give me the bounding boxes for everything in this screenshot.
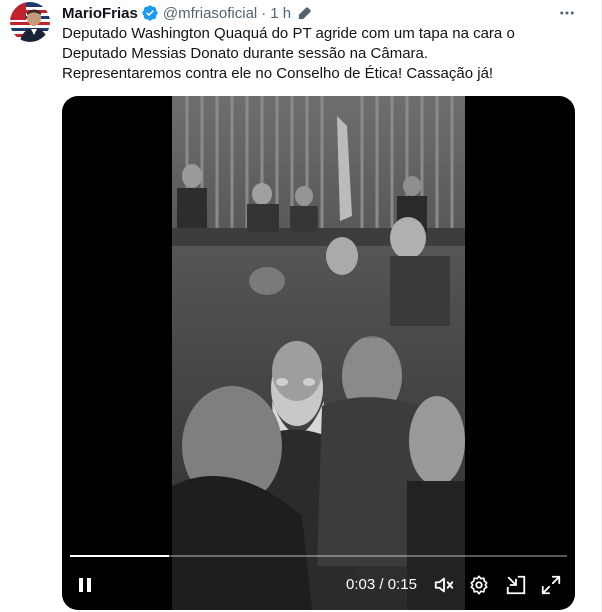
more-dots-icon[interactable] — [556, 2, 578, 24]
verified-badge-icon[interactable] — [141, 4, 159, 22]
tweet[interactable]: MarioFrias @mfriasoficial · 1 h Deputado… — [0, 0, 602, 612]
tweet-header: MarioFrias @mfriasoficial · 1 h — [62, 3, 312, 23]
gear-icon[interactable] — [468, 574, 490, 596]
avatar[interactable] — [10, 2, 50, 42]
tweet-text-line: Deputado Messias Donato durante sessão n… — [62, 45, 429, 62]
progress-bar-fill — [70, 555, 170, 557]
progress-bar[interactable] — [70, 555, 567, 557]
video-time: 0:03 / 0:15 — [346, 576, 417, 593]
tweet-text-line: Deputado Washington Quaquá do PT agride … — [62, 25, 515, 42]
time-separator: / — [375, 576, 388, 593]
separator-dot: · — [261, 4, 267, 22]
author-handle[interactable]: @mfriasoficial — [163, 5, 257, 22]
tweet-text-line: Representaremos contra ele no Conselho d… — [62, 65, 494, 82]
video-player[interactable]: 0:03 / 0:15 — [62, 96, 575, 610]
current-time: 0:03 — [346, 576, 376, 593]
pause-icon[interactable] — [74, 574, 96, 596]
post-time[interactable]: 1 h — [270, 5, 291, 22]
video-frame[interactable] — [172, 96, 465, 610]
edited-pencil-icon[interactable] — [297, 6, 312, 21]
author-name[interactable]: MarioFrias — [62, 5, 138, 22]
duration: 0:15 — [387, 576, 417, 593]
video-controls: 0:03 / 0:15 — [62, 566, 575, 606]
picture-in-picture-icon[interactable] — [505, 574, 527, 596]
volume-muted-icon[interactable] — [433, 574, 455, 596]
tweet-text: Deputado Washington Quaquá do PT agride … — [62, 24, 582, 84]
fullscreen-icon[interactable] — [540, 574, 562, 596]
